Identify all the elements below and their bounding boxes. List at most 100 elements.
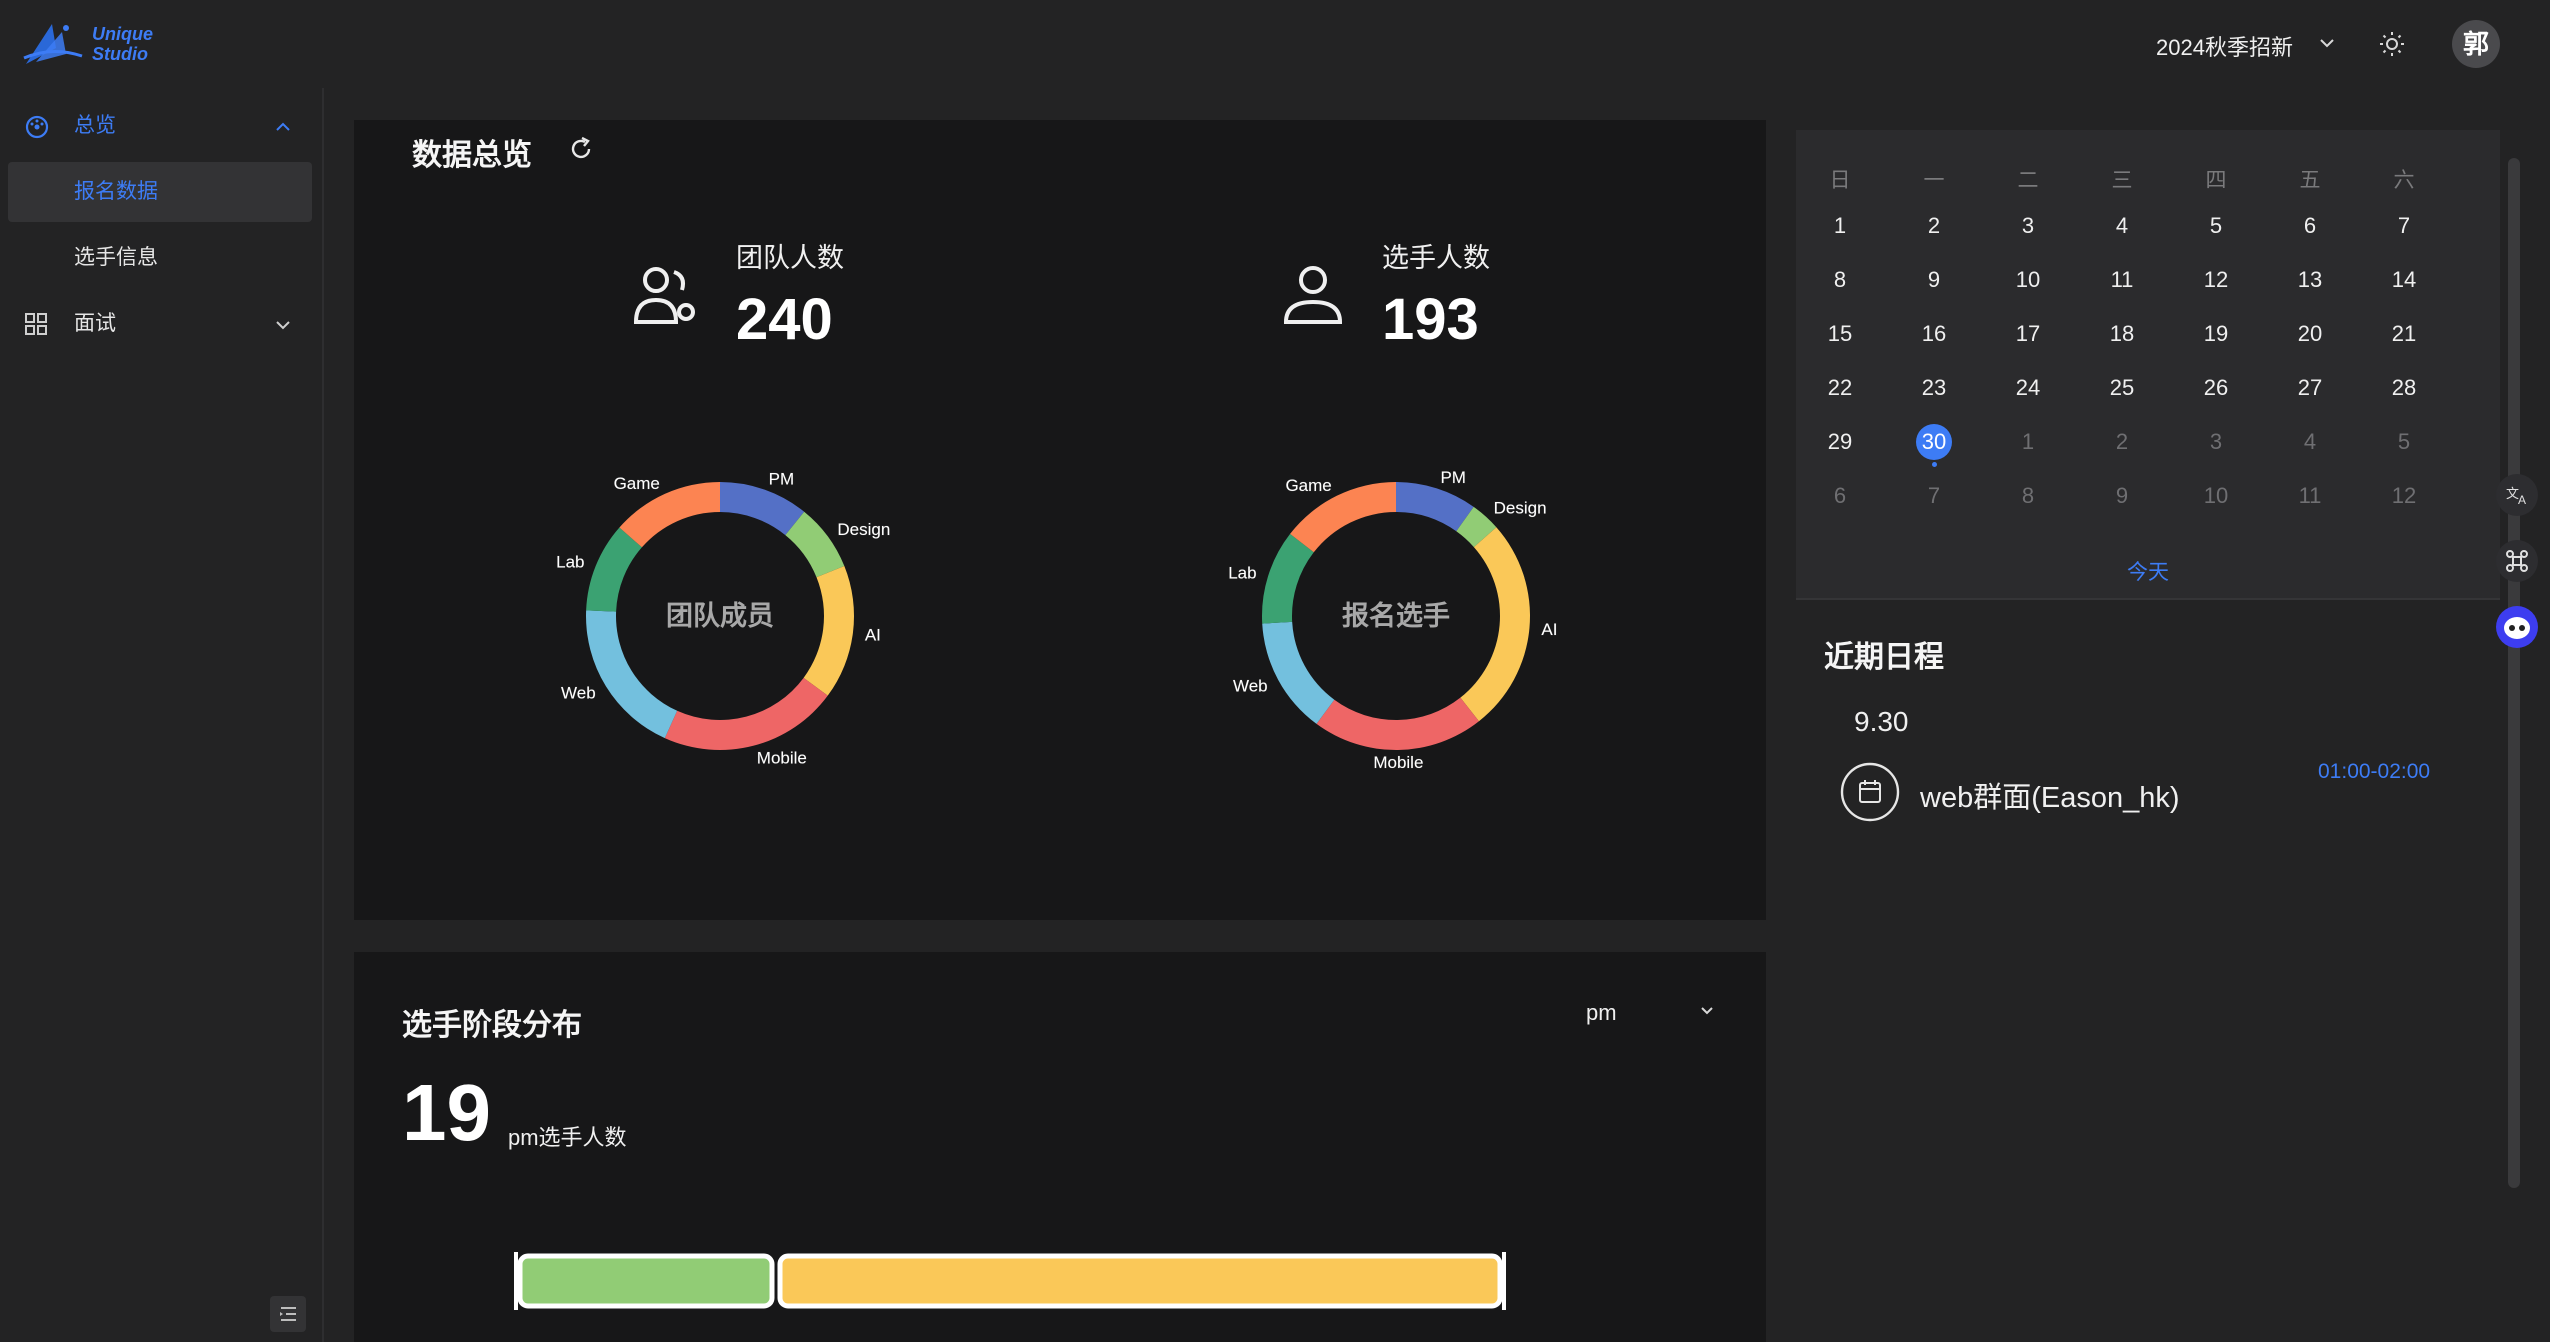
candidate-count-label: 选手人数 — [1382, 243, 1490, 273]
calendar-day[interactable]: 13 — [2280, 260, 2340, 300]
calendar-today-button[interactable]: 今天 — [1796, 556, 2500, 586]
calendar-day-today[interactable]: 30 — [1904, 422, 1964, 467]
schedule-event-time: 01:00-02:00 — [2318, 760, 2431, 783]
donut-slice-web[interactable] — [586, 610, 678, 739]
donut-label-game: Game — [614, 474, 660, 493]
calendar-day[interactable]: 20 — [2280, 314, 2340, 354]
donut-label-pm: PM — [769, 469, 795, 488]
calendar-day[interactable]: 8 — [1810, 260, 1870, 300]
sidebar-group-label: 总览 — [74, 114, 116, 137]
sidebar-item-candidate-info[interactable]: 选手信息 — [8, 228, 312, 288]
sidebar-item-label: 报名数据 — [74, 180, 158, 203]
calendar-day[interactable]: 15 — [1810, 314, 1870, 354]
donut-label-mobile: Mobile — [1373, 753, 1423, 772]
calendar-day[interactable]: 9 — [1904, 260, 1964, 300]
sidebar-group-overview[interactable]: 总览 — [0, 96, 322, 156]
user-avatar[interactable]: 郭 — [2452, 20, 2500, 68]
calendar-day[interactable]: 4 — [2280, 422, 2340, 462]
robot-face-icon — [2504, 617, 2530, 639]
donut-label-mobile: Mobile — [757, 748, 807, 767]
calendar-day[interactable]: 28 — [2374, 368, 2434, 408]
candidate-donut-chart: PM Design AI Mobile Web Lab Game 报名选手 — [1228, 468, 1558, 773]
schedule-event[interactable] — [1840, 762, 1900, 822]
schedule-title: 近期日程 — [1824, 641, 1944, 674]
calendar-day[interactable]: 26 — [2186, 368, 2246, 408]
calendar-day[interactable]: 12 — [2374, 476, 2434, 516]
calendar-day[interactable]: 18 — [2092, 314, 2152, 354]
overview-title: 数据总览 — [412, 139, 532, 172]
group-select[interactable]: pm — [1586, 1000, 1617, 1026]
translate-button[interactable]: 文A — [2496, 474, 2538, 516]
calendar-day[interactable]: 4 — [2092, 206, 2152, 246]
season-select[interactable]: 2024秋季招新 — [2156, 30, 2293, 62]
calendar-day[interactable]: 3 — [2186, 422, 2246, 462]
sidebar-group-interview[interactable]: 面试 — [0, 294, 322, 354]
chevron-down-icon — [276, 321, 290, 330]
donut-label-web: Web — [1233, 677, 1268, 696]
calendar-day[interactable]: 8 — [1998, 476, 2058, 516]
calendar-day[interactable]: 11 — [2280, 476, 2340, 516]
sidebar-item-signup-data[interactable]: 报名数据 — [8, 162, 312, 222]
calendar-day[interactable]: 3 — [1998, 206, 2058, 246]
calendar-day[interactable]: 19 — [2186, 314, 2246, 354]
calendar-day[interactable]: 10 — [2186, 476, 2246, 516]
calendar-day[interactable]: 5 — [2374, 422, 2434, 462]
calendar-day[interactable]: 22 — [1810, 368, 1870, 408]
calendar-day[interactable]: 1 — [1998, 422, 2058, 462]
calendar-weekday: 二 — [2017, 169, 2039, 192]
donut-slice-web[interactable] — [1262, 621, 1335, 724]
calendar-day[interactable]: 16 — [1904, 314, 1964, 354]
donut-label-lab: Lab — [556, 553, 584, 572]
calendar-day[interactable]: 14 — [2374, 260, 2434, 300]
svg-text:A: A — [2518, 493, 2526, 507]
calendar-day[interactable]: 6 — [2280, 206, 2340, 246]
calendar-day[interactable]: 10 — [1998, 260, 2058, 300]
calendar-day[interactable]: 2 — [2092, 422, 2152, 462]
calendar-day[interactable]: 2 — [1904, 206, 1964, 246]
calendar-day[interactable]: 29 — [1810, 422, 1870, 462]
donut-slice-lab[interactable] — [1262, 533, 1314, 624]
donut-slice-pm[interactable] — [720, 482, 805, 536]
calendar-day[interactable]: 6 — [1810, 476, 1870, 516]
chevron-down-icon[interactable] — [2316, 32, 2338, 54]
calendar-day[interactable]: 11 — [2092, 260, 2152, 300]
calendar-day[interactable]: 17 — [1998, 314, 2058, 354]
schedule-event-title[interactable]: web群面(Eason_hk) — [1920, 774, 2180, 816]
calendar-day[interactable]: 25 — [2092, 368, 2152, 408]
donut-slice-mobile[interactable] — [664, 677, 828, 750]
calendar-day[interactable]: 12 — [2186, 260, 2246, 300]
donut-slice-mobile[interactable] — [1316, 697, 1479, 750]
donut-label-web: Web — [561, 684, 596, 703]
calendar-day[interactable]: 5 — [2186, 206, 2246, 246]
calendar-day[interactable]: 9 — [2092, 476, 2152, 516]
calendar-day[interactable]: 24 — [1998, 368, 2058, 408]
schedule-date: 9.30 — [1854, 706, 1909, 737]
sidebar-collapse-button[interactable] — [270, 1296, 306, 1332]
refresh-icon[interactable] — [566, 134, 596, 164]
chevron-up-icon — [276, 122, 290, 131]
stage-bar-segment-0[interactable] — [517, 1253, 775, 1309]
theme-toggle-sun-icon[interactable] — [2378, 30, 2406, 58]
donut-slice-lab[interactable] — [586, 527, 642, 612]
donut-slice-ai[interactable] — [803, 566, 854, 696]
calendar-weekday: 五 — [2299, 169, 2321, 192]
donut-slice-ai[interactable] — [1460, 527, 1530, 722]
assistant-button[interactable] — [2496, 606, 2538, 648]
chevron-down-icon[interactable] — [1696, 1000, 1718, 1022]
calendar-day[interactable]: 23 — [1904, 368, 1964, 408]
sidebar-item-label: 选手信息 — [74, 246, 158, 269]
calendar-day[interactable]: 21 — [2374, 314, 2434, 354]
calendar-weekday: 日 — [1829, 169, 1851, 192]
calendar-day[interactable]: 7 — [2374, 206, 2434, 246]
right-panel-scrollbar[interactable] — [2508, 158, 2520, 1188]
calendar-day[interactable]: 1 — [1810, 206, 1870, 246]
calendar-day[interactable]: 7 — [1904, 476, 1964, 516]
menu-fold-icon — [280, 1307, 296, 1321]
calendar-weekday: 六 — [2393, 169, 2415, 192]
shortcuts-button[interactable] — [2496, 540, 2538, 582]
user-icon — [1283, 266, 1343, 324]
stage-bar-segment-1[interactable] — [777, 1253, 1503, 1309]
calendar-day[interactable]: 27 — [2280, 368, 2340, 408]
team-count-label: 团队人数 — [736, 243, 844, 273]
logo-text-line2: Studio — [92, 44, 148, 64]
